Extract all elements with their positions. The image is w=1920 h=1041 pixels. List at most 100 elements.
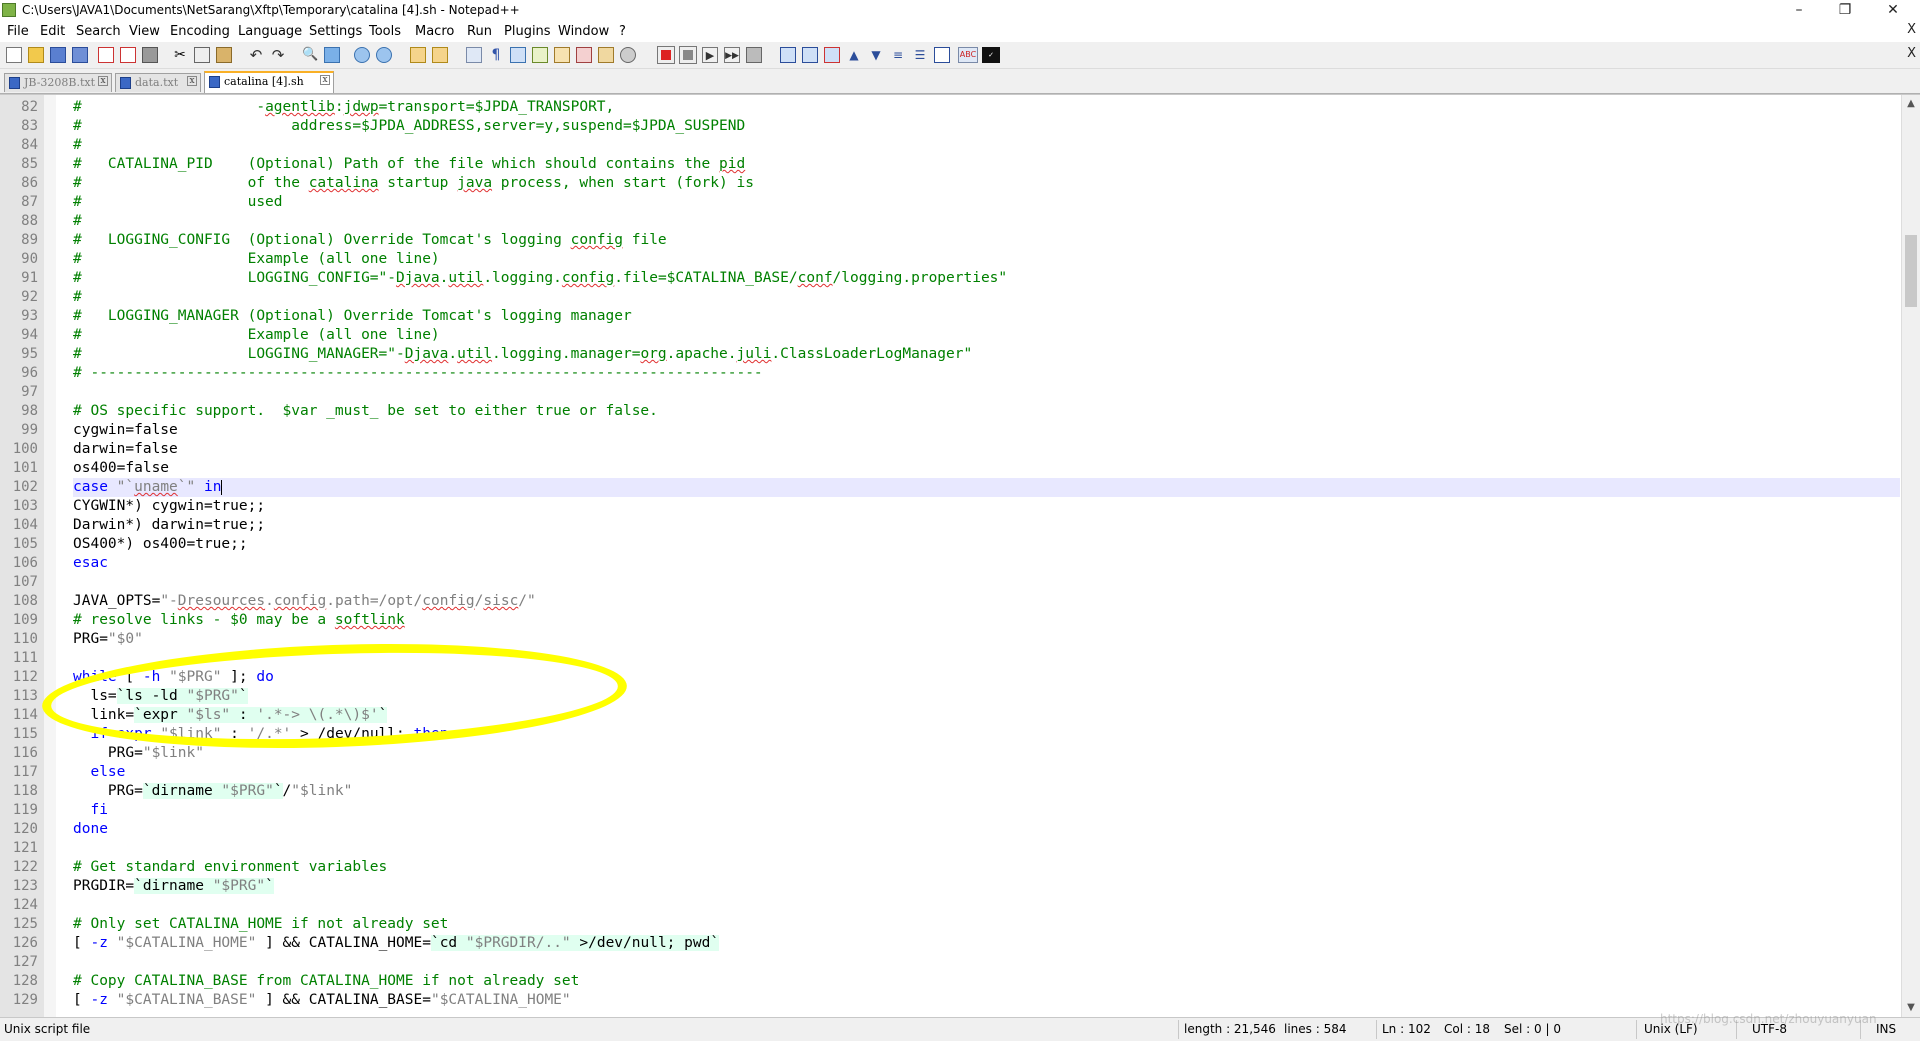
code-text[interactable]: # Get standard environment variables <box>73 858 1900 877</box>
code-line[interactable]: 102 case "`uname`" in <box>0 478 1900 497</box>
tab-close-icon[interactable]: x <box>98 76 108 86</box>
code-line[interactable]: 113 ls=`ls -ld "$PRG"` <box>0 687 1900 706</box>
code-line[interactable]: 100 darwin=false <box>0 440 1900 459</box>
code-text[interactable]: # LOGGING_MANAGER="-Djava.util.logging.m… <box>73 345 1900 364</box>
code-text[interactable]: Darwin*) darwin=true;; <box>73 516 1900 535</box>
copy-icon[interactable] <box>194 47 210 63</box>
code-text[interactable]: esac <box>73 554 1900 573</box>
code-line[interactable]: 105 OS400*) os400=true;; <box>0 535 1900 554</box>
code-text[interactable]: # <box>73 288 1900 307</box>
code-text[interactable]: # address=$JPDA_ADDRESS,server=y,suspend… <box>73 117 1900 136</box>
close-document-x[interactable]: X <box>1907 22 1916 37</box>
code-line[interactable]: 98 # OS specific support. $var _must_ be … <box>0 402 1900 421</box>
play-macro-icon[interactable]: ▶ <box>702 47 718 63</box>
code-line[interactable]: 92 # <box>0 288 1900 307</box>
doc-map-icon[interactable] <box>554 47 570 63</box>
menu-macro[interactable]: Macro <box>415 24 454 39</box>
indent-guide-icon[interactable] <box>510 47 526 63</box>
menu-view[interactable]: View <box>129 24 160 39</box>
code-line[interactable]: 103 CYGWIN*) cygwin=true;; <box>0 497 1900 516</box>
unfold-icon[interactable] <box>824 47 840 63</box>
code-text[interactable]: case "`uname`" in <box>73 478 1900 497</box>
code-line[interactable]: 89 # LOGGING_CONFIG (Optional) Override T… <box>0 231 1900 250</box>
code-text[interactable]: fi <box>73 801 1900 820</box>
code-line[interactable]: 120 done <box>0 820 1900 839</box>
zoom-out-icon[interactable] <box>376 47 392 63</box>
code-line[interactable]: 108 JAVA_OPTS="-Dresources.config.path=/o… <box>0 592 1900 611</box>
code-text[interactable]: # of the catalina startup java process, … <box>73 174 1900 193</box>
zoom-in-icon[interactable] <box>354 47 370 63</box>
code-text[interactable] <box>73 839 1900 858</box>
code-line[interactable]: 126 [ -z "$CATALINA_HOME" ] && CATALINA_H… <box>0 934 1900 953</box>
code-text[interactable]: while [ -h "$PRG" ]; do <box>73 668 1900 687</box>
abc-icon[interactable]: ABC <box>958 47 978 63</box>
code-text[interactable]: # -agentlib:jdwp=transport=$JPDA_TRANSPO… <box>73 98 1900 117</box>
down-icon[interactable]: ▼ <box>868 47 884 63</box>
code-text[interactable]: # OS specific support. $var _must_ be se… <box>73 402 1900 421</box>
cut-icon[interactable]: ✂ <box>172 47 188 63</box>
code-line[interactable]: 119 fi <box>0 801 1900 820</box>
menu-encoding[interactable]: Encoding <box>170 24 230 39</box>
tab-jb-3208b[interactable]: JB-3208B.txt x <box>4 73 112 92</box>
code-text[interactable]: # <box>73 212 1900 231</box>
close-window-button[interactable]: ✕ <box>1870 0 1916 22</box>
code-line[interactable]: 117 else <box>0 763 1900 782</box>
stop-macro-icon[interactable] <box>679 46 697 64</box>
code-text[interactable]: cygwin=false <box>73 421 1900 440</box>
code-line[interactable]: 101 os400=false <box>0 459 1900 478</box>
code-line[interactable]: 128 # Copy CATALINA_BASE from CATALINA_HO… <box>0 972 1900 991</box>
menu-plugins[interactable]: Plugins <box>504 24 551 39</box>
print-icon[interactable] <box>142 47 158 63</box>
code-text[interactable]: # LOGGING_CONFIG="-Djava.util.logging.co… <box>73 269 1900 288</box>
abc-black-icon[interactable]: ✓ <box>982 47 1000 63</box>
code-text[interactable]: # LOGGING_CONFIG (Optional) Override Tom… <box>73 231 1900 250</box>
code-line[interactable]: 122 # Get standard environment variables <box>0 858 1900 877</box>
code-line[interactable]: 91 # LOGGING_CONFIG="-Djava.util.logging.… <box>0 269 1900 288</box>
code-text[interactable]: OS400*) os400=true;; <box>73 535 1900 554</box>
code-text[interactable]: link=`expr "$ls" : '.*-> \(.*\)$'` <box>73 706 1900 725</box>
open-file-icon[interactable] <box>28 47 44 63</box>
code-line[interactable]: 112 while [ -h "$PRG" ]; do <box>0 668 1900 687</box>
scroll-thumb[interactable] <box>1905 235 1917 307</box>
menu-edit[interactable]: Edit <box>40 24 65 39</box>
code-text[interactable]: # Copy CATALINA_BASE from CATALINA_HOME … <box>73 972 1900 991</box>
code-line[interactable]: 88 # <box>0 212 1900 231</box>
menu-settings[interactable]: Settings <box>309 24 362 39</box>
redo-icon[interactable]: ↷ <box>270 47 286 63</box>
scroll-up-icon[interactable]: ▲ <box>1905 98 1917 110</box>
undo-icon[interactable]: ↶ <box>248 47 264 63</box>
code-line[interactable]: 111 <box>0 649 1900 668</box>
maximize-button[interactable]: ❐ <box>1822 0 1868 22</box>
code-text[interactable]: # CATALINA_PID (Optional) Path of the fi… <box>73 155 1900 174</box>
tab-close-icon[interactable]: x <box>187 76 197 86</box>
code-line[interactable]: 87 # used <box>0 193 1900 212</box>
code-line[interactable]: 95 # LOGGING_MANAGER="-Djava.util.logging… <box>0 345 1900 364</box>
tab-close-icon[interactable]: x <box>320 75 330 85</box>
code-line[interactable]: 125 # Only set CATALINA_HOME if not alrea… <box>0 915 1900 934</box>
code-text[interactable] <box>73 383 1900 402</box>
folder-workspace-icon[interactable] <box>598 47 614 63</box>
editor-area[interactable]: 82 # -agentlib:jdwp=transport=$JPDA_TRANS… <box>0 94 1920 1017</box>
word-wrap-icon[interactable] <box>466 47 482 63</box>
code-text[interactable] <box>73 953 1900 972</box>
code-text[interactable]: # resolve links - $0 may be a softlink <box>73 611 1900 630</box>
save-macro-icon[interactable] <box>746 47 762 63</box>
code-line[interactable]: 115 if expr "$link" : '/.*' > /dev/null;… <box>0 725 1900 744</box>
code-text[interactable]: # <box>73 136 1900 155</box>
code-text[interactable]: PRGDIR=`dirname "$PRG"` <box>73 877 1900 896</box>
up-icon[interactable]: ▲ <box>846 47 862 63</box>
code-line[interactable]: 110 PRG="$0" <box>0 630 1900 649</box>
menu-search[interactable]: Search <box>76 24 121 39</box>
code-line[interactable]: 96 # ------------------------------------… <box>0 364 1900 383</box>
code-text[interactable]: # LOGGING_MANAGER (Optional) Override To… <box>73 307 1900 326</box>
code-text[interactable]: done <box>73 820 1900 839</box>
code-line[interactable]: 127 <box>0 953 1900 972</box>
code-text[interactable]: else <box>73 763 1900 782</box>
code-text[interactable]: JAVA_OPTS="-Dresources.config.path=/opt/… <box>73 592 1900 611</box>
new-file-icon[interactable] <box>6 47 22 63</box>
close-icon[interactable] <box>98 47 114 63</box>
fold-icon[interactable] <box>802 47 818 63</box>
code-text[interactable]: ls=`ls -ld "$PRG"` <box>73 687 1900 706</box>
menu-window[interactable]: Window <box>558 24 609 39</box>
collapse-icon[interactable]: ≡ <box>890 47 906 63</box>
